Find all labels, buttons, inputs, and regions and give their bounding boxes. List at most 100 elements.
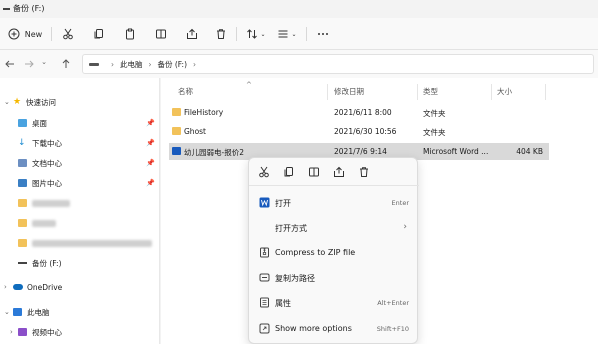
new-button[interactable]: New bbox=[6, 24, 44, 44]
window-title: 备份 (F:) bbox=[13, 4, 45, 13]
redacted-label bbox=[32, 220, 56, 227]
rename-button[interactable] bbox=[153, 24, 169, 44]
context-share-button[interactable] bbox=[333, 166, 345, 178]
folder-icon bbox=[18, 219, 27, 227]
scissors-icon bbox=[259, 166, 269, 178]
column-header-modified[interactable]: 修改日期 bbox=[334, 86, 364, 97]
file-size: 404 KB bbox=[516, 147, 543, 156]
chevron-right-icon: › bbox=[193, 59, 196, 69]
trash-icon bbox=[360, 167, 368, 177]
sidebar-item-documents[interactable]: 文档中心 📌 bbox=[0, 153, 160, 173]
menu-item-label: Show more options bbox=[275, 324, 352, 333]
pin-icon[interactable]: 📌 bbox=[146, 179, 155, 187]
up-button[interactable] bbox=[60, 58, 72, 70]
file-row[interactable]: Ghost 2021/6/30 10:56 文件夹 bbox=[169, 123, 549, 140]
menu-item-label: 打开 bbox=[275, 199, 291, 208]
sort-ascending-icon: ^ bbox=[246, 81, 252, 89]
forward-button[interactable] bbox=[23, 58, 35, 70]
plus-circle-icon bbox=[8, 28, 20, 40]
sidebar-item-desktop[interactable]: 桌面 📌 bbox=[0, 113, 160, 133]
scissors-icon bbox=[63, 28, 73, 40]
paste-button[interactable] bbox=[122, 24, 138, 44]
menu-item-shortcut: Alt+Enter bbox=[377, 299, 409, 307]
sidebar-item-blurred-folder[interactable] bbox=[0, 193, 160, 213]
file-type: 文件夹 bbox=[423, 109, 446, 118]
menu-item-shortcut: Enter bbox=[391, 199, 409, 207]
menu-item-label: 打开方式 bbox=[275, 224, 307, 233]
back-button[interactable] bbox=[4, 58, 16, 70]
breadcrumb-drive[interactable]: 备份 (F:) bbox=[158, 59, 188, 70]
redacted-label bbox=[32, 240, 152, 247]
chevron-right-icon: › bbox=[4, 283, 7, 291]
menu-item-label: 复制为路径 bbox=[275, 274, 315, 283]
menu-item-compress-zip[interactable]: Compress to ZIP file bbox=[253, 242, 415, 264]
download-icon: ↓ bbox=[18, 138, 26, 148]
drive-icon bbox=[89, 62, 99, 66]
sidebar-item-blurred-folder[interactable] bbox=[0, 213, 160, 233]
menu-item-copy-as-path[interactable]: 复制为路径 bbox=[253, 267, 415, 289]
view-button[interactable]: ⌄ bbox=[275, 24, 299, 44]
column-divider[interactable] bbox=[327, 84, 328, 100]
sidebar-item-blurred-folder[interactable] bbox=[0, 233, 160, 253]
copy-button[interactable] bbox=[91, 24, 107, 44]
pin-icon[interactable]: 📌 bbox=[146, 119, 155, 127]
pin-icon[interactable]: 📌 bbox=[146, 139, 155, 147]
menu-item-label: 属性 bbox=[275, 299, 291, 308]
sidebar-item-this-pc[interactable]: ⌄ 此电脑 bbox=[0, 302, 160, 322]
desktop-icon bbox=[18, 119, 27, 127]
address-bar[interactable]: › 此电脑 › 备份 (F:) › bbox=[82, 54, 594, 74]
sort-icon bbox=[247, 29, 258, 39]
cut-button[interactable] bbox=[60, 24, 76, 44]
menu-item-open-with[interactable]: 打开方式 › bbox=[253, 217, 415, 239]
sidebar-label: 下载中心 bbox=[32, 138, 62, 148]
toolbar-divider bbox=[236, 27, 237, 41]
chevron-right-icon: › bbox=[10, 328, 13, 336]
file-type: 文件夹 bbox=[423, 128, 446, 137]
sidebar-item-quick-access[interactable]: ⌄ ★ 快速访问 bbox=[0, 92, 160, 112]
new-button-label: New bbox=[24, 29, 43, 39]
sidebar-item-pictures[interactable]: 图片中心 📌 bbox=[0, 173, 160, 193]
sidebar-item-downloads[interactable]: ↓ 下载中心 📌 bbox=[0, 133, 160, 153]
context-delete-button[interactable] bbox=[358, 166, 370, 178]
file-name: Ghost bbox=[184, 127, 207, 136]
menu-item-properties[interactable]: 属性 Alt+Enter bbox=[253, 292, 415, 314]
pin-icon[interactable]: 📌 bbox=[146, 159, 155, 167]
column-header-size[interactable]: 大小 bbox=[497, 86, 512, 97]
column-divider[interactable] bbox=[417, 84, 418, 100]
sidebar-item-videos[interactable]: › 视频中心 bbox=[0, 322, 160, 342]
delete-button[interactable] bbox=[213, 24, 229, 44]
chevron-down-icon: ⌄ bbox=[4, 308, 10, 316]
file-row[interactable]: FileHistory 2021/6/11 8:00 文件夹 bbox=[169, 104, 549, 121]
menu-item-show-more-options[interactable]: Show more options Shift+F10 bbox=[253, 318, 415, 340]
file-name: 幼儿园弱电-报价2 bbox=[184, 148, 244, 157]
recent-dropdown[interactable]: ⌄ bbox=[40, 58, 48, 70]
sidebar-label: OneDrive bbox=[27, 282, 63, 292]
sort-button[interactable]: ⌄ bbox=[244, 24, 268, 44]
file-modified: 2021/6/11 8:00 bbox=[334, 108, 392, 117]
clipboard-icon bbox=[126, 28, 134, 40]
column-header-type[interactable]: 类型 bbox=[423, 86, 438, 97]
chevron-down-icon: ⌄ bbox=[41, 58, 47, 66]
menu-item-shortcut: Shift+F10 bbox=[376, 325, 409, 333]
column-divider[interactable] bbox=[491, 84, 492, 100]
share-button[interactable] bbox=[184, 24, 200, 44]
context-cut-button[interactable] bbox=[258, 166, 270, 178]
sidebar-item-onedrive[interactable]: › OneDrive bbox=[0, 277, 160, 297]
chevron-down-icon: ⌄ bbox=[260, 30, 266, 38]
column-divider[interactable] bbox=[545, 84, 546, 100]
document-icon bbox=[18, 159, 27, 167]
more-button[interactable] bbox=[315, 24, 331, 44]
title-bar: 备份 (F:) bbox=[0, 0, 598, 18]
column-header-name[interactable]: 名称 bbox=[178, 86, 193, 97]
context-copy-button[interactable] bbox=[283, 166, 295, 178]
video-icon bbox=[18, 328, 27, 336]
command-bar: New ⌄ ⌄ bbox=[0, 18, 598, 50]
context-rename-button[interactable] bbox=[308, 166, 320, 178]
sidebar-label: 备份 (F:) bbox=[32, 258, 62, 268]
sidebar-item-drive[interactable]: 备份 (F:) bbox=[0, 253, 160, 273]
toolbar-divider bbox=[51, 27, 52, 41]
file-modified: 2021/6/30 10:56 bbox=[334, 127, 397, 136]
breadcrumb-this-pc[interactable]: 此电脑 bbox=[120, 59, 143, 70]
more-icon bbox=[318, 33, 328, 35]
menu-item-open[interactable]: 打开 Enter bbox=[253, 192, 415, 214]
